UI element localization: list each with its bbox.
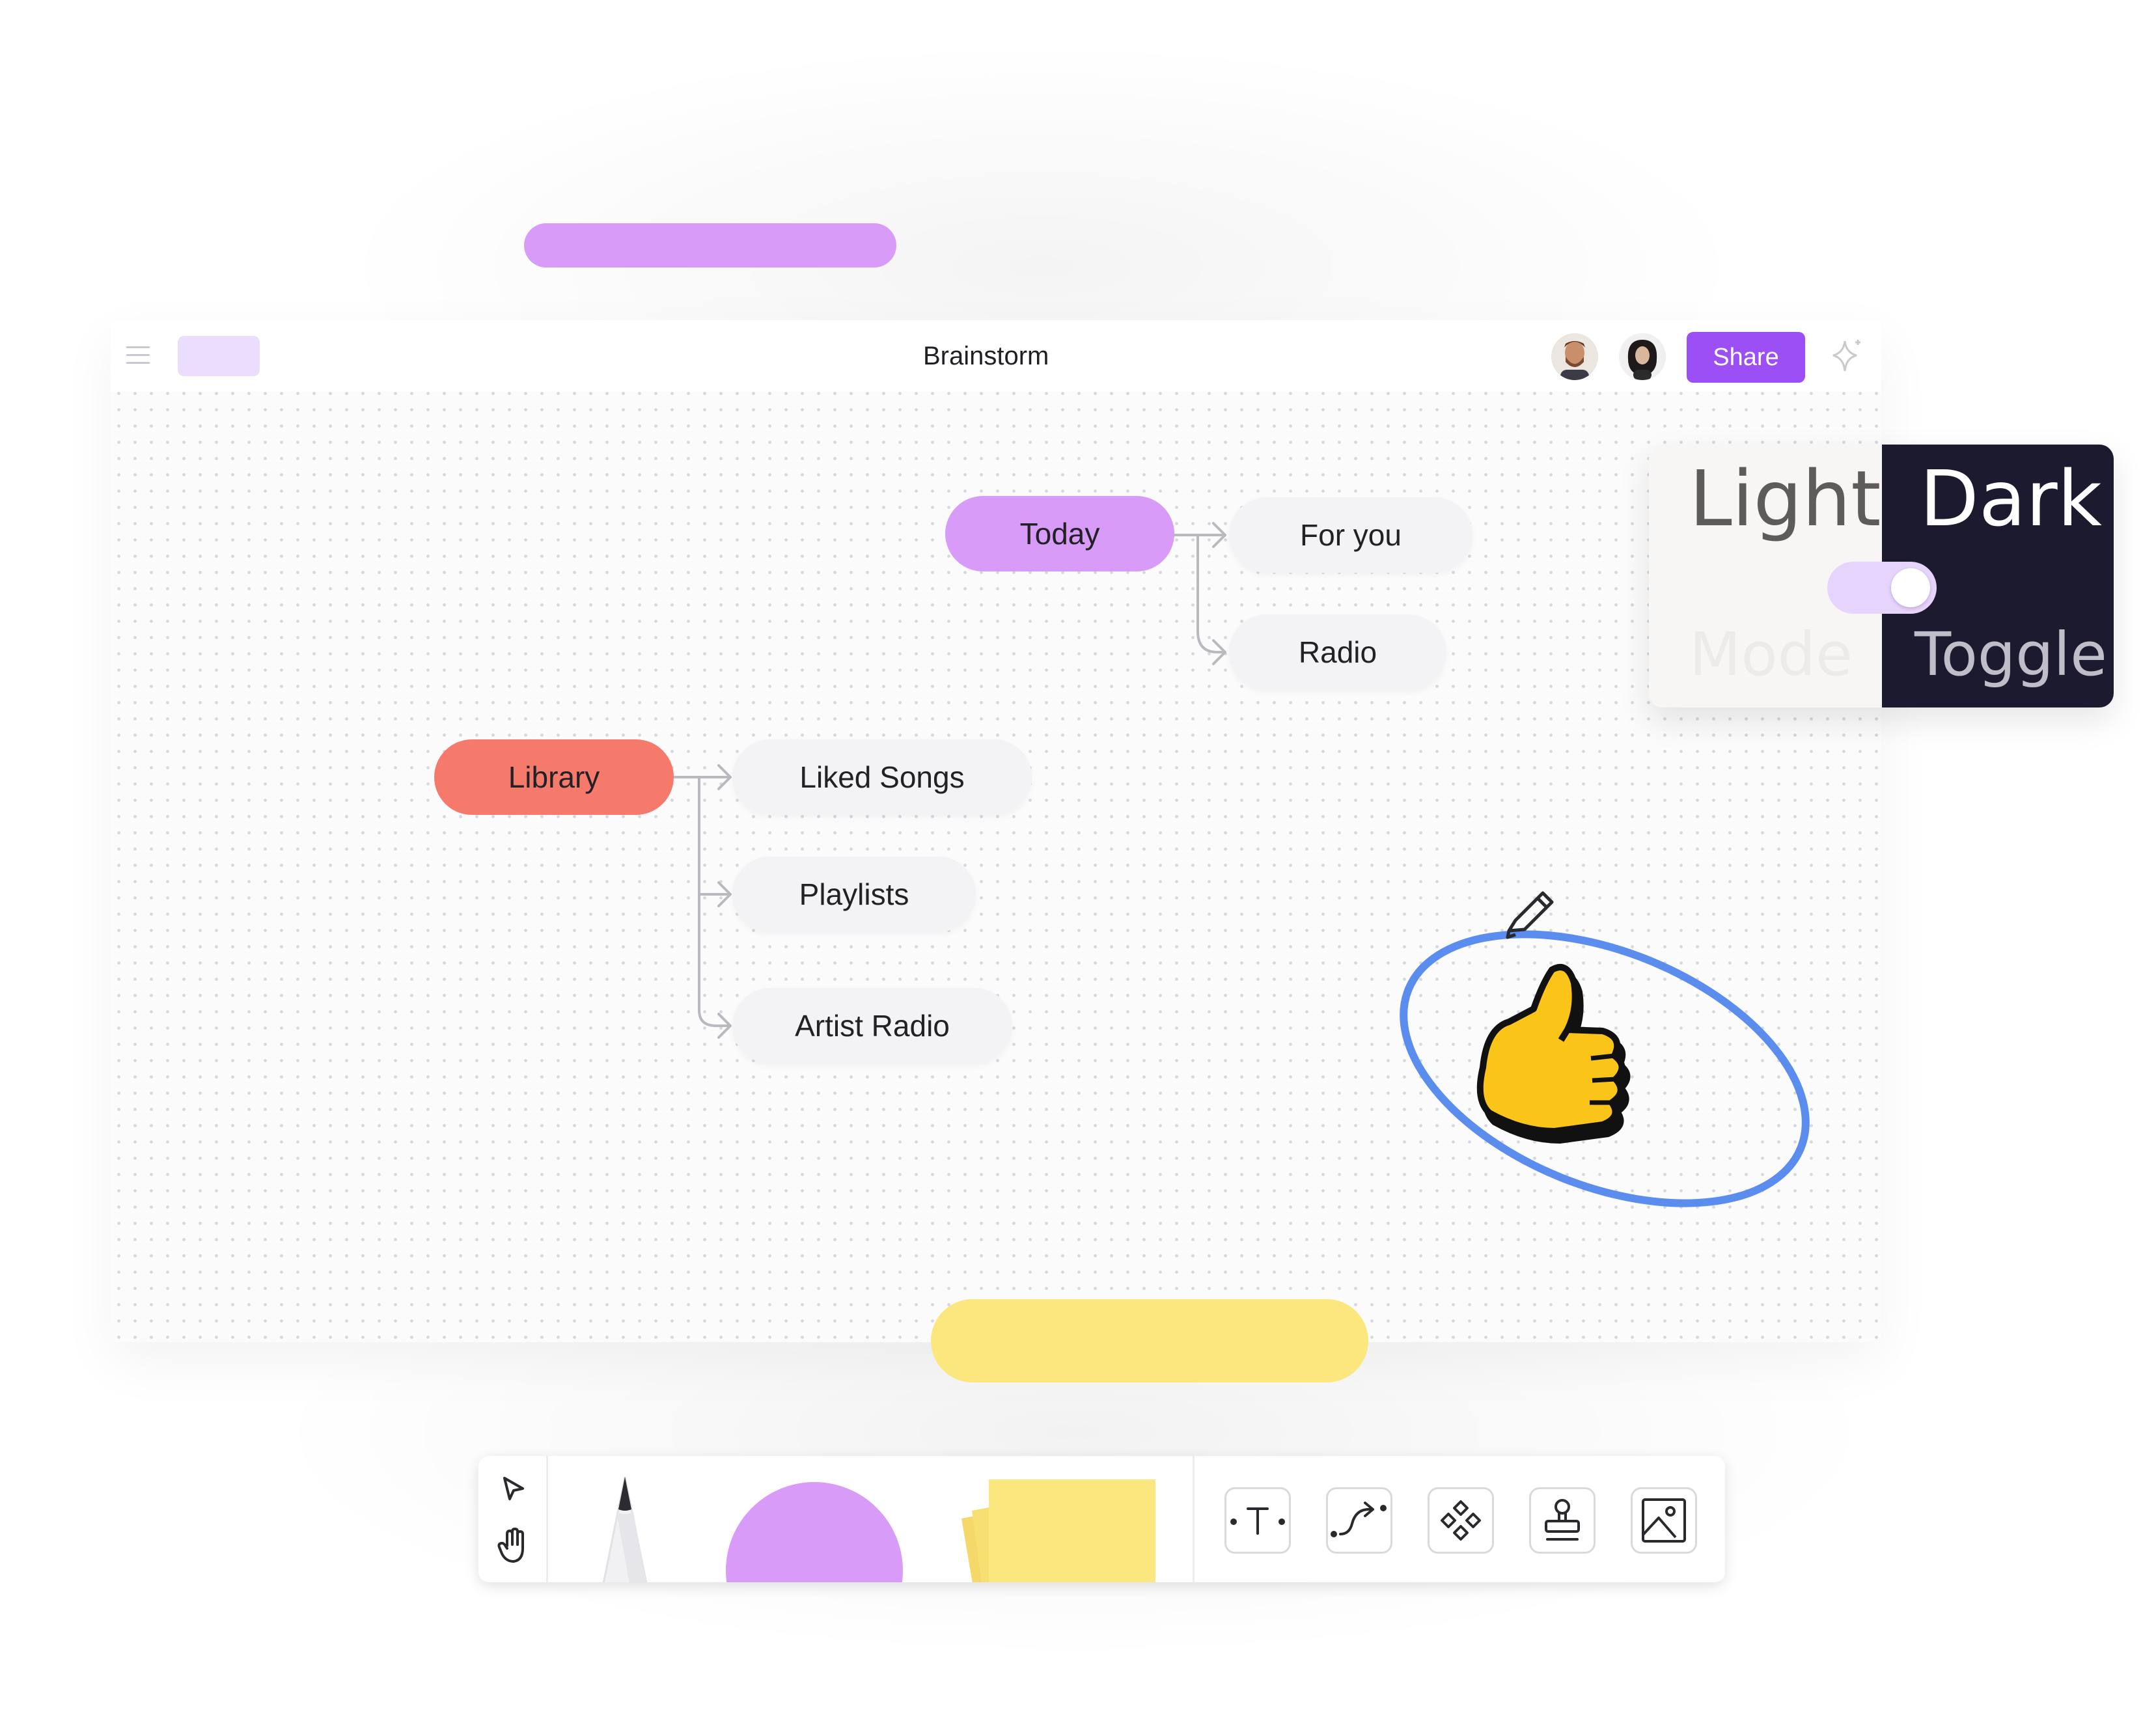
mindmap-node-artist-radio[interactable]: Artist Radio [732,988,1012,1064]
theme-toggle-card: Light Mode Dark Toggle [1649,445,2114,707]
mindmap-node-library[interactable]: Library [434,739,674,815]
shape-tool-icon[interactable] [726,1482,903,1582]
mindmap-node-liked-songs[interactable]: Liked Songs [732,739,1032,815]
mindmap-node-for-you[interactable]: For you [1229,497,1472,573]
sticky-note-tool-icon[interactable] [954,1477,1155,1582]
toolbar-divider [546,1456,548,1582]
pen-tool-icon[interactable] [583,1473,667,1582]
toggle-knob [1891,568,1930,607]
image-tool-icon[interactable] [1631,1487,1697,1554]
pencil-icon [1506,891,1554,939]
mindmap-node-playlists[interactable]: Playlists [732,857,976,932]
decorative-purple-pill [524,223,896,268]
stamp-tool-icon[interactable] [1529,1487,1596,1554]
mode-label: Mode [1689,620,1853,689]
mindmap-node-radio[interactable]: Radio [1229,614,1446,690]
thumbs-up-icon [1476,964,1631,1144]
whiteboard-app: Brainstorm Share Today For you Radio Lib… [111,320,1881,1582]
select-tool-icon[interactable] [497,1473,529,1505]
hand-tool-icon[interactable] [495,1526,532,1565]
bottom-toolbar [478,1456,1725,1582]
toggle-label: Toggle [1914,620,2107,689]
connector-tool-icon[interactable] [1326,1487,1392,1554]
decorative-yellow-pill [931,1299,1368,1382]
light-label: Light [1689,454,1881,543]
theme-toggle-switch[interactable] [1827,562,1937,614]
dark-label: Dark [1920,454,2103,543]
mindmap-node-today[interactable]: Today [945,496,1174,571]
component-tool-icon[interactable] [1428,1487,1494,1554]
text-tool-icon[interactable] [1224,1487,1291,1554]
toolbar-divider [1193,1456,1195,1582]
